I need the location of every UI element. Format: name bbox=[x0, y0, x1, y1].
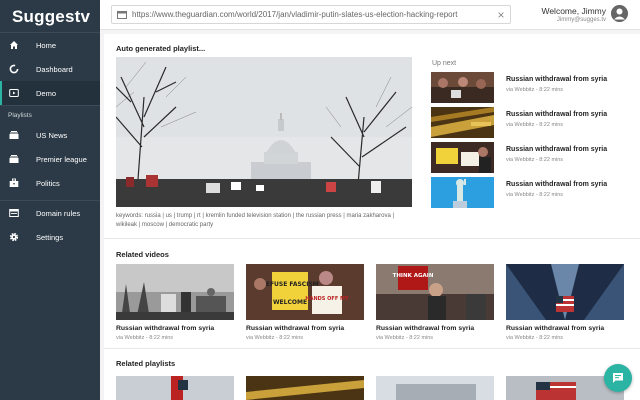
upnext-item[interactable]: Russian withdrawal from syria via Webbit… bbox=[431, 107, 631, 138]
video-meta: via Webbitz - 8:22 mins bbox=[506, 157, 564, 163]
sidebar-item-settings[interactable]: Settings bbox=[0, 225, 100, 249]
rules-icon bbox=[8, 208, 19, 219]
upnext-label: Up next bbox=[432, 60, 457, 67]
welcome-text: Welcome, Jimmy bbox=[541, 6, 606, 16]
video-thumbnail[interactable] bbox=[116, 264, 234, 320]
topbar: https://www.theguardian.com/world/2017/j… bbox=[100, 0, 640, 30]
video-meta: via Webbitz - 8:22 mins bbox=[116, 335, 174, 341]
video-meta: via Webbitz - 8:22 mins bbox=[506, 87, 564, 93]
sidebar-item-politics[interactable]: Politics bbox=[0, 171, 100, 195]
related-video-card[interactable]: Russian withdrawal from syria via Webbit… bbox=[116, 264, 234, 341]
video-thumbnail[interactable] bbox=[431, 177, 494, 208]
sidebar-item-domain-rules[interactable]: Domain rules bbox=[0, 201, 100, 225]
main-video-player[interactable] bbox=[116, 57, 412, 207]
sidebar-item-label: Home bbox=[36, 40, 57, 50]
related-video-card[interactable]: Russian withdrawal from syria via Webbit… bbox=[506, 264, 624, 341]
video-thumbnail[interactable] bbox=[431, 72, 494, 103]
video-title[interactable]: Russian withdrawal from syria bbox=[506, 76, 607, 83]
welcome-block: Welcome, Jimmy Jimmy@sugges.tv bbox=[541, 6, 606, 23]
video-thumbnail[interactable]: REFUSE FASCISM WELCOME HANDS OFF MY bbox=[246, 264, 364, 320]
home-icon bbox=[8, 40, 19, 51]
upnext-item[interactable]: Russian withdrawal from syria via Webbit… bbox=[431, 72, 631, 103]
sidebar-item-label: Politics bbox=[36, 178, 60, 188]
playlist-icon bbox=[8, 130, 19, 141]
protest-sign-text: THINK AGAIN bbox=[393, 273, 434, 279]
divider bbox=[104, 348, 640, 349]
main-content: Auto generated playlist... keywords: rus… bbox=[104, 34, 640, 400]
user-email: Jimmy@sugges.tv bbox=[556, 17, 606, 23]
video-title[interactable]: Russian withdrawal from syria bbox=[506, 325, 624, 332]
playlist-thumbnail[interactable] bbox=[246, 376, 364, 400]
video-title[interactable]: Russian withdrawal from syria bbox=[116, 325, 234, 332]
video-thumbnail[interactable]: THINK AGAIN bbox=[376, 264, 494, 320]
browser-window-icon bbox=[112, 10, 132, 19]
video-thumbnail[interactable] bbox=[431, 107, 494, 138]
gear-icon bbox=[8, 232, 19, 243]
related-playlists-title: Related playlists bbox=[116, 359, 176, 368]
sidebar-item-label: Settings bbox=[36, 232, 64, 242]
playlists-section-label: Playlists bbox=[0, 105, 100, 123]
clear-url-button[interactable]: × bbox=[492, 9, 510, 21]
related-video-card[interactable]: REFUSE FASCISM WELCOME HANDS OFF MY Russia… bbox=[246, 264, 364, 341]
video-meta: via Webbitz - 8:22 mins bbox=[506, 335, 564, 341]
video-title[interactable]: Russian withdrawal from syria bbox=[376, 325, 494, 332]
url-input[interactable]: https://www.theguardian.com/world/2017/j… bbox=[132, 10, 492, 19]
sidebar-item-label: Demo bbox=[36, 88, 57, 98]
related-videos-title: Related videos bbox=[116, 250, 169, 259]
playlist-thumbnail[interactable] bbox=[116, 376, 234, 400]
upnext-item[interactable]: Russian withdrawal from syria via Webbit… bbox=[431, 142, 631, 173]
chat-icon bbox=[612, 372, 624, 384]
dashboard-icon bbox=[8, 64, 19, 75]
playlist-thumbnail[interactable] bbox=[376, 376, 494, 400]
video-thumbnail[interactable] bbox=[431, 142, 494, 173]
upnext-item[interactable]: Russian withdrawal from syria via Webbit… bbox=[431, 177, 631, 208]
chat-button[interactable] bbox=[604, 364, 632, 392]
video-meta: via Webbitz - 8:22 mins bbox=[376, 335, 434, 341]
divider bbox=[104, 238, 640, 239]
sidebar-item-label: Premier league bbox=[36, 154, 87, 164]
playlist-icon bbox=[8, 154, 19, 165]
video-thumbnail[interactable] bbox=[506, 264, 624, 320]
sidebar-item-demo[interactable]: Demo bbox=[0, 81, 100, 105]
url-bar[interactable]: https://www.theguardian.com/world/2017/j… bbox=[111, 5, 511, 24]
video-meta: via Webbitz - 8:22 mins bbox=[246, 335, 304, 341]
sidebar-item-us-news[interactable]: US News bbox=[0, 123, 100, 147]
sidebar-item-label: Domain rules bbox=[36, 208, 81, 218]
keywords-text: keywords: russia | us | trump | rt | kre… bbox=[116, 213, 395, 228]
avatar[interactable] bbox=[611, 5, 628, 22]
sidebar: Suggestv Home Dashboard Demo Playlists U… bbox=[0, 0, 100, 400]
video-title[interactable]: Russian withdrawal from syria bbox=[246, 325, 364, 332]
video-meta: via Webbitz - 8:22 mins bbox=[506, 122, 564, 128]
sidebar-item-label: Dashboard bbox=[36, 64, 73, 74]
protest-sign-text: HANDS OFF MY bbox=[305, 296, 349, 302]
sidebar-item-home[interactable]: Home bbox=[0, 33, 100, 57]
related-video-card[interactable]: THINK AGAIN Russian withdrawal from syri… bbox=[376, 264, 494, 341]
brand-logo[interactable]: Suggestv bbox=[0, 0, 100, 32]
sidebar-item-label: US News bbox=[36, 130, 68, 140]
video-title[interactable]: Russian withdrawal from syria bbox=[506, 181, 607, 188]
briefcase-icon bbox=[8, 178, 19, 189]
video-meta: via Webbitz - 8:22 mins bbox=[506, 192, 564, 198]
protest-sign-text: WELCOME bbox=[273, 299, 307, 306]
auto-playlist-title: Auto generated playlist... bbox=[116, 44, 206, 53]
video-icon bbox=[8, 88, 19, 99]
sidebar-item-dashboard[interactable]: Dashboard bbox=[0, 57, 100, 81]
protest-sign-text: REFUSE FASCISM bbox=[261, 281, 319, 288]
video-title[interactable]: Russian withdrawal from syria bbox=[506, 146, 607, 153]
sidebar-item-premier-league[interactable]: Premier league bbox=[0, 147, 100, 171]
video-title[interactable]: Russian withdrawal from syria bbox=[506, 111, 607, 118]
